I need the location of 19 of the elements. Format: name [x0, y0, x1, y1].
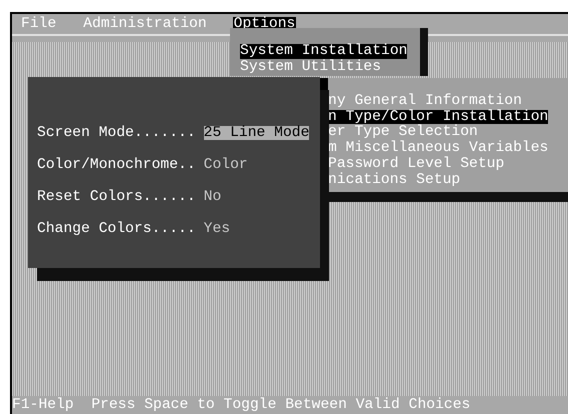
submenu-option[interactable]: n Type/Color Installation — [328, 110, 548, 124]
field-value[interactable]: 25 Line Mode — [204, 126, 310, 140]
field-label: Color/Monochrome.. — [37, 158, 196, 172]
submenu-option[interactable]: er Type Selection — [328, 125, 478, 140]
field-value[interactable]: Yes — [204, 222, 230, 236]
submenu-option[interactable]: nications Setup — [328, 172, 460, 188]
menu-item[interactable]: File — [20, 16, 58, 32]
field-value[interactable]: No — [204, 190, 222, 204]
menu-option[interactable]: System Installation — [240, 44, 408, 59]
status-text: F1-Help Press Space to Toggle Between Valid Choices — [12, 398, 470, 412]
field-label: Screen Mode....... — [37, 126, 196, 140]
submenu-option[interactable]: ny General Information — [328, 94, 522, 109]
submenu-option[interactable]: Password Level Setup — [328, 156, 504, 172]
field-value[interactable]: Color — [204, 158, 248, 172]
field-label: Reset Colors...... — [37, 190, 196, 204]
field-label: Change Colors..... — [37, 222, 196, 236]
menu-option[interactable]: System Utilities — [240, 60, 382, 74]
submenu-option[interactable]: m Miscellaneous Variables — [328, 141, 548, 156]
menu-item[interactable]: Administration — [82, 16, 208, 32]
